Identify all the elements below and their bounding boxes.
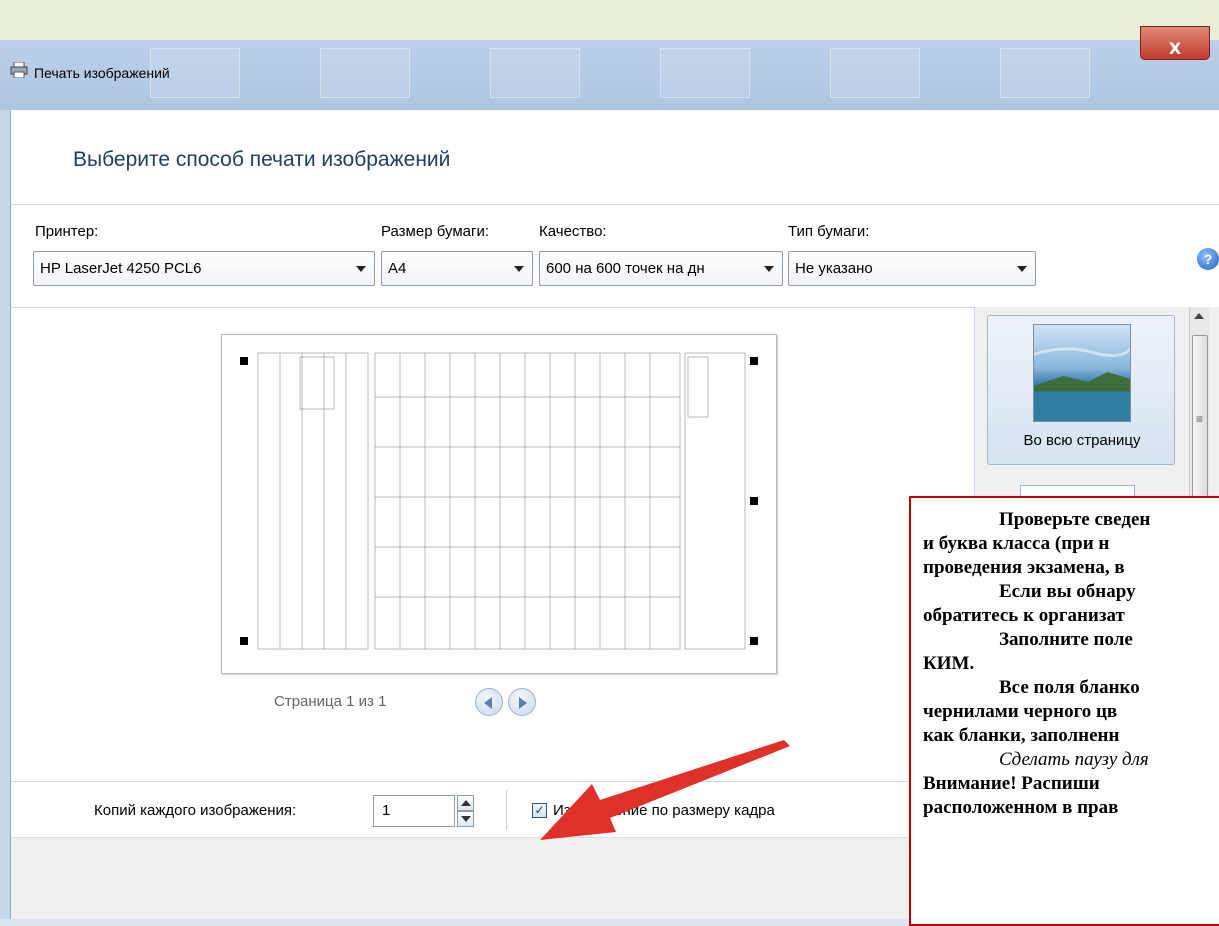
answer-sheet-thumbnail: [240, 347, 760, 657]
spin-up-icon: [461, 800, 471, 806]
overlay-line: и буква класса (при н: [923, 533, 1110, 554]
scroll-up-icon[interactable]: [1194, 313, 1204, 319]
page-title: Выберите способ печати изображений: [73, 148, 451, 171]
grip-icon: ≡: [1196, 412, 1204, 426]
quality-select-value: 600 на 600 точек на дн: [546, 260, 705, 277]
previous-page-button[interactable]: [475, 688, 503, 716]
close-button[interactable]: X: [1140, 26, 1210, 60]
next-page-button[interactable]: [508, 688, 536, 716]
landscape-image-thumbnail: [1033, 324, 1131, 422]
spin-down-icon: [461, 816, 471, 822]
paper-size-select[interactable]: A4: [381, 251, 533, 286]
chevron-down-icon: [356, 266, 366, 272]
paper-size-label: Размер бумаги:: [381, 223, 489, 240]
red-arrow-annotation: [540, 740, 790, 840]
chevron-down-icon: [514, 266, 524, 272]
dialog-header: Выберите способ печати изображений: [11, 110, 1219, 205]
background-thumbnail: [1000, 48, 1090, 98]
chevron-down-icon: [1017, 266, 1027, 272]
layout-option-full-page[interactable]: Во всю страницу: [987, 315, 1175, 465]
arrow-right-icon: [519, 697, 527, 709]
overlay-line: обратитесь к организат: [923, 605, 1125, 626]
paper-type-label: Тип бумаги:: [788, 223, 870, 240]
overlay-line: Проверьте сведен: [999, 509, 1151, 530]
background-thumbnail: [490, 48, 580, 98]
background-thumbnail: [320, 48, 410, 98]
overlay-line: как бланки, заполненн: [923, 725, 1120, 746]
paper-type-select[interactable]: Не указано: [788, 251, 1036, 286]
overlay-line: Если вы обнару: [999, 581, 1136, 602]
copies-input[interactable]: 1: [373, 795, 455, 827]
window-title: Печать изображений: [34, 65, 170, 81]
page-preview: [221, 334, 777, 674]
background-thumbnail: [830, 48, 920, 98]
copies-label: Копий каждого изображения:: [94, 802, 297, 819]
copies-decrement-button[interactable]: [457, 811, 474, 827]
chevron-down-icon: [764, 266, 774, 272]
help-icon[interactable]: ?: [1197, 248, 1219, 270]
paper-type-select-value: Не указано: [795, 260, 873, 277]
preview-pane: Страница 1 из 1: [11, 307, 974, 781]
printer-label: Принтер:: [35, 223, 99, 240]
paper-size-select-value: A4: [388, 260, 407, 277]
quality-label: Качество:: [539, 223, 607, 240]
background-thumbnail: [660, 48, 750, 98]
quality-select[interactable]: 600 на 600 точек на дн: [539, 251, 783, 286]
page-indicator: Страница 1 из 1: [274, 693, 387, 710]
layout-option-label: Во всю страницу: [1023, 432, 1141, 449]
title-bar: Печать изображений: [0, 40, 1219, 110]
scrollbar-thumb[interactable]: ≡: [1192, 335, 1208, 505]
copies-increment-button[interactable]: [457, 795, 474, 811]
printer-icon: [10, 62, 28, 78]
overlay-line: Внимание! Распиши: [923, 773, 1100, 794]
overlay-line: Заполните поле: [999, 629, 1133, 650]
overlay-line: Сделать паузу для: [999, 749, 1149, 770]
overlay-line: КИМ.: [923, 653, 975, 674]
overlay-line: чернилами черного цв: [923, 701, 1118, 722]
arrow-left-icon: [484, 697, 492, 709]
printer-select[interactable]: HP LaserJet 4250 PCL6: [33, 251, 375, 286]
overlay-line: Все поля бланко: [999, 677, 1140, 698]
divider: [506, 790, 507, 830]
slide-background-strip: [0, 0, 1219, 40]
overlay-line: проведения экзамена, в: [923, 557, 1125, 578]
printer-select-value: HP LaserJet 4250 PCL6: [40, 260, 202, 277]
overlay-line: расположенном в прав: [923, 797, 1119, 818]
slide-text-box: Проверьте сведен и буква класса (при н п…: [909, 496, 1219, 926]
